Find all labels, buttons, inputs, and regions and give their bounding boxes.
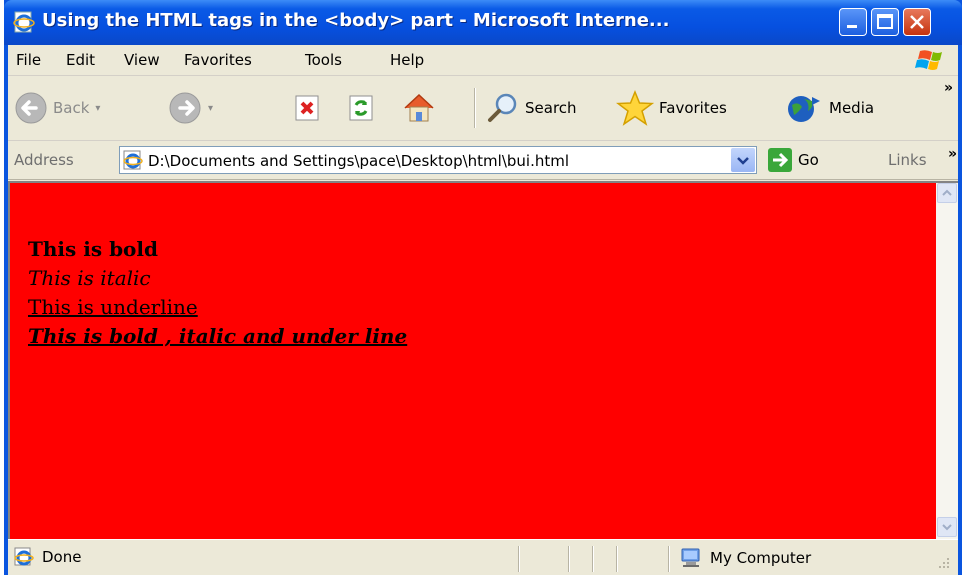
address-input[interactable]: D:\Documents and Settings\pace\Desktop\h… xyxy=(119,146,757,174)
address-label: Address xyxy=(14,151,74,169)
go-arrow-icon xyxy=(768,148,792,172)
chevron-down-icon xyxy=(737,157,749,165)
menu-edit[interactable]: Edit xyxy=(66,51,95,69)
window-title: Using the HTML tags in the <body> part -… xyxy=(42,10,670,31)
menu-favorites[interactable]: Favorites xyxy=(184,51,252,69)
search-label: Search xyxy=(525,99,577,117)
status-divider xyxy=(592,546,594,572)
back-label: Back xyxy=(53,99,90,117)
standard-toolbar: Back ▾ ▾ Search Favorites Media » xyxy=(8,76,958,141)
menu-view[interactable]: View xyxy=(124,51,160,69)
refresh-icon xyxy=(349,95,373,121)
back-button[interactable]: Back ▾ xyxy=(14,76,100,140)
client-area: File Edit View Favorites Tools Help Back xyxy=(8,45,958,575)
security-zone: My Computer xyxy=(680,548,811,568)
address-bar: Address D:\Documents and Settings\pace\D… xyxy=(8,141,958,180)
status-divider xyxy=(568,546,570,572)
refresh-button[interactable] xyxy=(346,76,376,140)
bold-text: This is bold xyxy=(28,237,158,261)
toolbar-separator xyxy=(474,88,476,128)
media-label: Media xyxy=(829,99,875,117)
zone-text: My Computer xyxy=(710,549,812,567)
favorites-label: Favorites xyxy=(659,99,727,117)
stop-icon xyxy=(295,95,319,121)
ie-page-icon xyxy=(123,150,143,170)
status-done: Done xyxy=(14,547,81,567)
address-dropdown-button[interactable] xyxy=(731,148,755,172)
close-button[interactable] xyxy=(903,8,931,36)
menu-file[interactable]: File xyxy=(16,51,41,69)
resize-grip-icon[interactable] xyxy=(933,554,953,574)
star-icon xyxy=(616,90,654,126)
address-value: D:\Documents and Settings\pace\Desktop\h… xyxy=(148,152,570,170)
toolbar-more-button[interactable]: » xyxy=(944,80,953,96)
status-divider xyxy=(668,546,670,572)
browser-window: Using the HTML tags in the <body> part -… xyxy=(4,0,962,575)
favorites-button[interactable]: Favorites xyxy=(616,76,727,140)
bold-italic-underline-text: This is bold , italic and under line xyxy=(28,324,408,348)
links-more-button[interactable]: » xyxy=(948,146,957,162)
back-dropdown[interactable]: ▾ xyxy=(95,103,100,114)
close-icon xyxy=(910,15,924,29)
media-button[interactable]: Media xyxy=(784,76,874,140)
chevron-up-icon xyxy=(942,189,952,196)
italic-text: This is italic xyxy=(28,266,151,290)
minimize-icon xyxy=(847,25,857,28)
search-icon xyxy=(488,93,517,122)
menu-help[interactable]: Help xyxy=(390,51,424,69)
forward-arrow-icon xyxy=(169,92,201,124)
menu-bar: File Edit View Favorites Tools Help xyxy=(8,45,958,76)
maximize-button[interactable] xyxy=(871,8,899,36)
media-icon xyxy=(788,96,820,122)
ie-page-icon xyxy=(14,547,34,566)
ie-page-icon xyxy=(13,11,35,33)
vertical-scrollbar[interactable] xyxy=(936,181,958,539)
underline-text: This is underline xyxy=(28,295,198,319)
go-button[interactable]: Go xyxy=(768,148,819,172)
go-label: Go xyxy=(798,151,819,169)
windows-logo-icon xyxy=(915,50,942,70)
stop-button[interactable] xyxy=(292,76,322,140)
home-button[interactable] xyxy=(401,76,437,140)
minimize-button[interactable] xyxy=(839,8,867,36)
forward-dropdown[interactable]: ▾ xyxy=(208,103,213,114)
home-icon xyxy=(404,93,434,122)
status-text: Done xyxy=(42,548,82,566)
status-divider xyxy=(518,546,520,572)
back-arrow-icon xyxy=(15,92,47,124)
chevron-down-icon xyxy=(942,524,952,531)
status-bar: Done My Computer xyxy=(8,539,958,575)
menu-tools[interactable]: Tools xyxy=(305,51,342,69)
title-bar[interactable]: Using the HTML tags in the <body> part -… xyxy=(4,0,962,45)
scroll-down-button[interactable] xyxy=(937,517,957,537)
forward-button[interactable]: ▾ xyxy=(168,76,213,140)
links-label[interactable]: Links xyxy=(888,151,927,169)
status-divider xyxy=(616,546,618,572)
search-button[interactable]: Search xyxy=(486,76,577,140)
page-content: This is bold This is italic This is unde… xyxy=(8,181,936,539)
maximize-icon xyxy=(877,14,893,29)
computer-icon xyxy=(681,548,700,567)
scroll-up-button[interactable] xyxy=(937,183,957,203)
